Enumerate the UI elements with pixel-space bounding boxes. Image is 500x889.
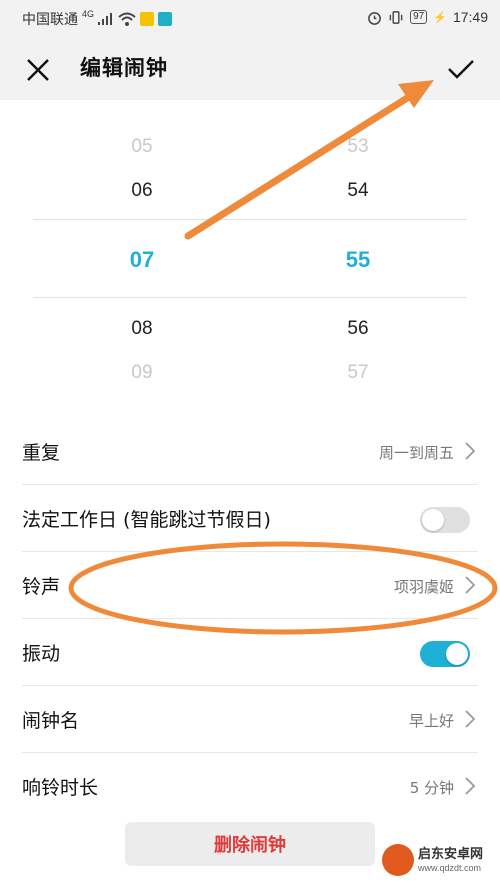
chevron-right-icon	[465, 710, 476, 728]
workday-toggle[interactable]	[420, 507, 470, 533]
clock: 17:49	[452, 9, 488, 25]
minute-option[interactable]: 54	[298, 180, 418, 202]
watermark-logo	[382, 844, 414, 876]
ring-duration-label: 响铃时长	[22, 777, 99, 799]
toggle-knob	[422, 509, 444, 531]
time-picker: 05 06 07 08 09 53 54 55 56 57	[0, 100, 500, 400]
wifi-icon	[118, 12, 136, 26]
alarm-name-value: 早上好	[408, 712, 454, 730]
minute-option[interactable]: 56	[298, 318, 418, 340]
delete-alarm-button[interactable]: 删除闹钟	[125, 822, 375, 866]
picker-divider-top	[33, 219, 467, 220]
vibrate-label: 振动	[22, 643, 61, 665]
alarm-name-label: 闹钟名	[22, 710, 80, 732]
minute-wheel[interactable]: 53 54 55 56 57	[298, 100, 418, 400]
selected-minute[interactable]: 55	[298, 247, 418, 273]
hour-option[interactable]: 09	[82, 362, 202, 384]
ringtone-value: 项羽虞姬	[393, 578, 454, 596]
minute-option[interactable]: 53	[298, 136, 418, 158]
alarm-name-row[interactable]: 闹钟名 早上好	[0, 686, 500, 753]
hour-option[interactable]: 06	[82, 180, 202, 202]
vibrate-toggle[interactable]	[420, 641, 470, 667]
charging-icon: ⚡	[433, 11, 447, 24]
ringtone-row[interactable]: 铃声 项羽虞姬	[0, 552, 500, 619]
chevron-right-icon	[465, 442, 476, 460]
hour-option[interactable]: 05	[82, 136, 202, 158]
workday-label: 法定工作日 (智能跳过节假日)	[22, 509, 271, 531]
selected-hour[interactable]: 07	[82, 247, 202, 273]
repeat-row[interactable]: 重复 周一到周五	[0, 418, 500, 485]
status-bar: 中国联通 4G 97 ⚡ 17:49	[0, 0, 500, 34]
app-notification-icon	[140, 12, 155, 26]
ring-duration-value: 5 分钟	[409, 779, 454, 797]
watermark: 启东安卓网 www.qdzdt.com	[378, 839, 490, 881]
signal-icon	[98, 13, 113, 25]
app-header: 编辑闹钟	[0, 34, 500, 100]
ringtone-label: 铃声	[22, 576, 61, 598]
chevron-right-icon	[465, 576, 476, 594]
alarm-icon	[368, 11, 381, 25]
chevron-right-icon	[465, 777, 476, 795]
toggle-knob	[446, 643, 468, 665]
ring-duration-row[interactable]: 响铃时长 5 分钟	[0, 753, 500, 820]
app-notification-icon	[158, 12, 173, 26]
workday-row: 法定工作日 (智能跳过节假日)	[0, 485, 500, 552]
hour-wheel[interactable]: 05 06 07 08 09	[82, 100, 202, 400]
watermark-url: www.qdzdt.com	[418, 863, 482, 873]
network-type: 4G	[82, 9, 95, 19]
minute-option[interactable]: 57	[298, 362, 418, 384]
vibrate-row: 振动	[0, 619, 500, 686]
page-title: 编辑闹钟	[80, 56, 168, 80]
hour-option[interactable]: 08	[82, 318, 202, 340]
confirm-button[interactable]	[444, 54, 478, 84]
close-button[interactable]	[22, 54, 54, 86]
close-icon	[27, 59, 49, 81]
carrier-label: 中国联通	[22, 11, 78, 27]
picker-divider-bottom	[33, 297, 467, 298]
watermark-name: 启东安卓网	[418, 847, 484, 862]
battery-level: 97	[410, 10, 428, 24]
vibrate-icon	[389, 10, 403, 24]
repeat-value: 周一到周五	[378, 444, 454, 462]
repeat-label: 重复	[22, 442, 61, 464]
check-icon	[448, 60, 474, 79]
